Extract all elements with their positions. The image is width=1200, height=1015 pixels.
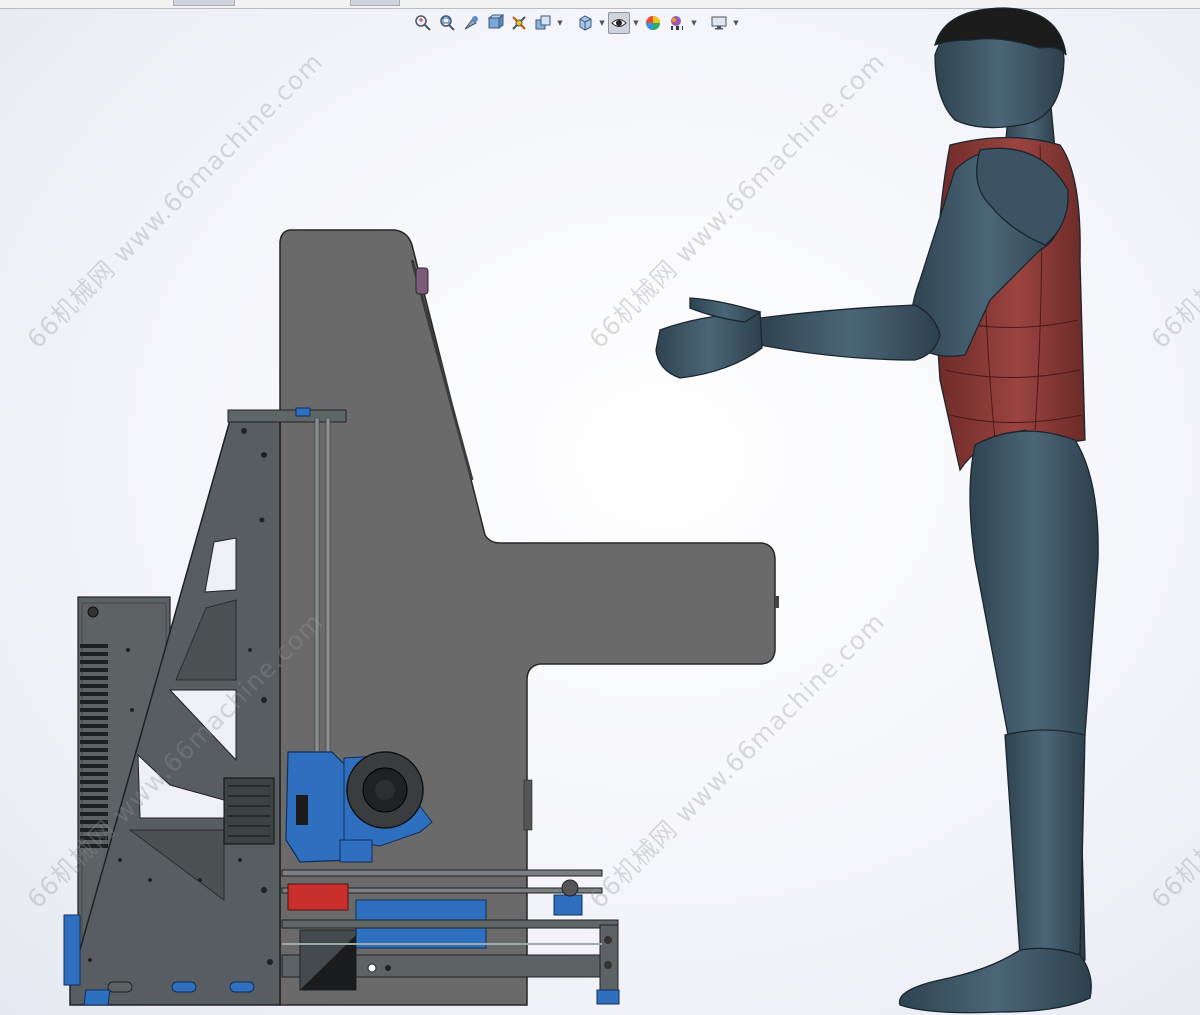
human-mannequin[interactable] (655, 7, 1099, 1014)
model-scene[interactable] (0, 0, 1200, 1015)
graphics-area[interactable]: ▼ ▼ ▼ ▼ ▼ 66机械网 www.66machine.com 66机械网 … (0, 0, 1200, 1015)
